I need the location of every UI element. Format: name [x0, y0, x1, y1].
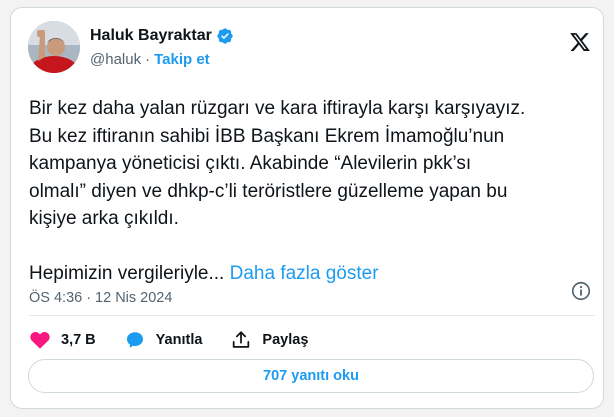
author-row: Haluk Bayraktar [90, 27, 234, 45]
tweet-time[interactable]: ÖS 4:36 [29, 290, 82, 306]
tweet-line: Bir kez daha yalan rüzgarı ve kara iftir… [29, 98, 526, 119]
handle-row: @haluk · Takip et [90, 51, 210, 68]
tweet-line: kampanya yöneticisi çıktı. Akabinde “Ale… [29, 153, 472, 174]
like-button[interactable]: 3,7 B [29, 329, 96, 351]
tweet-body: Bir kez daha yalan rüzgarı ve kara iftir… [29, 95, 599, 287]
verified-badge-icon [217, 28, 233, 44]
heart-icon [30, 331, 50, 349]
tweet-last-line: Hepimizin vergileriyle... Daha fazla gös… [29, 260, 599, 288]
read-replies-button[interactable]: 707 yanıtı oku [28, 359, 594, 393]
author-handle[interactable]: @haluk [90, 51, 141, 68]
divider [29, 315, 595, 316]
action-bar: 3,7 B Yanıtla Paylaş [29, 328, 336, 352]
avatar[interactable] [28, 21, 80, 73]
truncated-text: Hepimizin vergileriyle... [29, 262, 225, 284]
tweet-line: olmalı” diyen ve dhkp-c’li teröristlere … [29, 180, 508, 202]
separator-dot: · [86, 290, 92, 306]
author-name[interactable]: Haluk Bayraktar [90, 27, 212, 45]
show-more-link[interactable]: Daha fazla göster [230, 263, 379, 284]
like-count: 3,7 B [61, 332, 96, 348]
speech-bubble-icon [126, 332, 143, 348]
info-icon[interactable] [570, 280, 592, 302]
tweet-date[interactable]: 12 Nis 2024 [95, 290, 172, 306]
share-label: Paylaş [262, 332, 309, 348]
tweet-line: kişiye arka çıkıldı. [29, 208, 179, 229]
separator-dot: · [145, 51, 151, 68]
reply-label: Yanıtla [155, 332, 203, 348]
follow-button[interactable]: Takip et [154, 51, 210, 68]
timestamp-row: ÖS 4:36 · 12 Nis 2024 [29, 290, 172, 306]
x-logo-icon[interactable] [568, 31, 592, 53]
reply-button[interactable]: Yanıtla [124, 329, 203, 351]
tweet-line: Bu kez iftiranın sahibi İBB Başkanı Ekre… [29, 125, 505, 147]
share-button[interactable]: Paylaş [230, 329, 308, 351]
share-upload-icon [233, 331, 250, 348]
tweet-card: Haluk Bayraktar @haluk · Takip et Bir ke… [10, 7, 604, 409]
